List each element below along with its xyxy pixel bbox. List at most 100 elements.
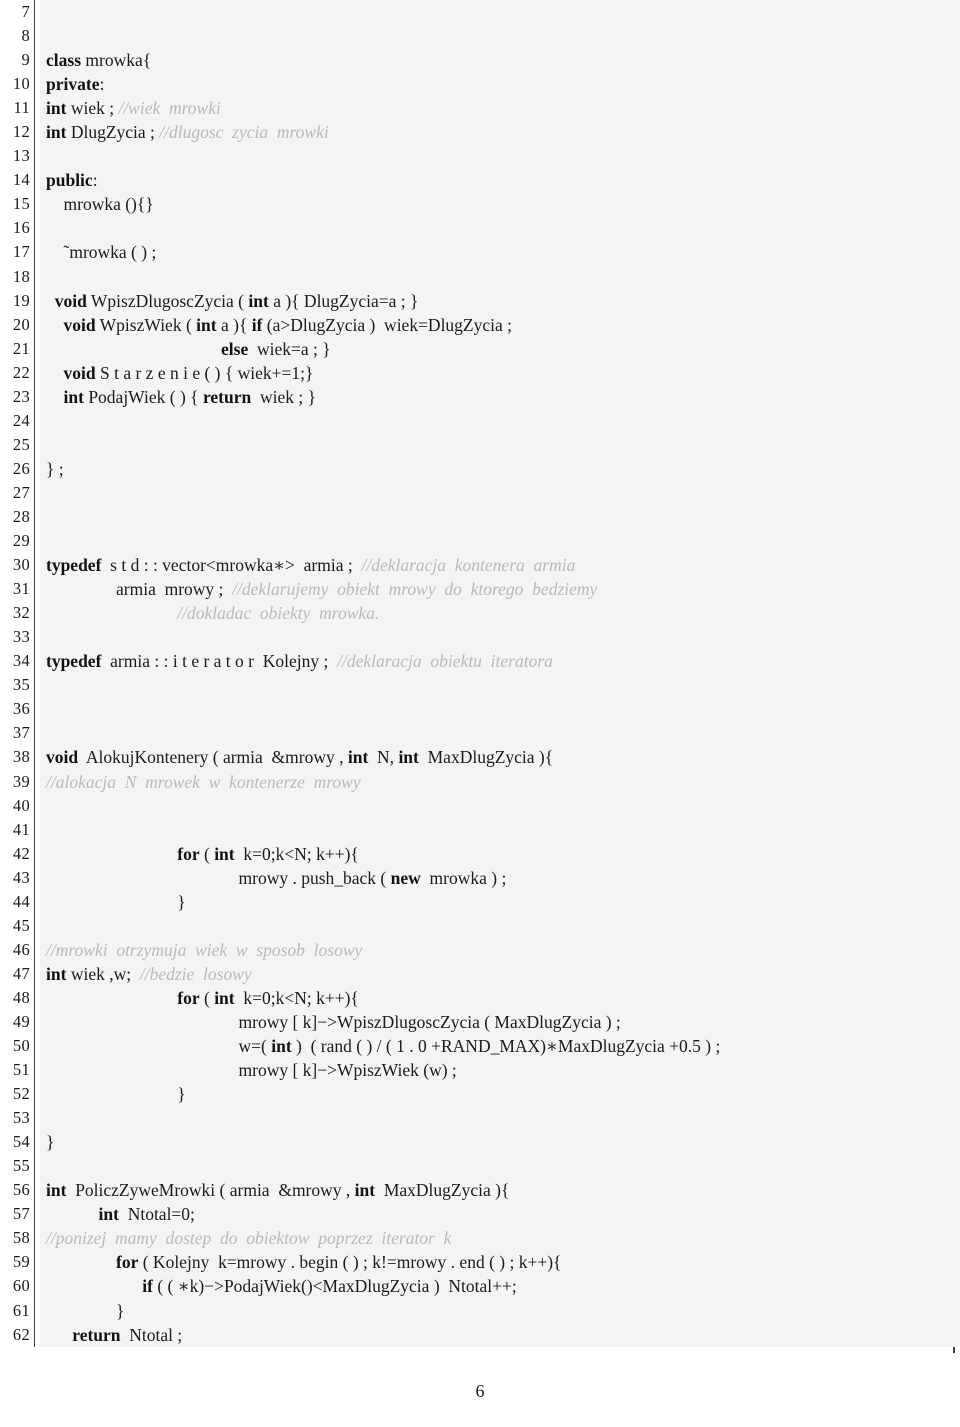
code-keyword: int [214, 843, 235, 864]
code-text [40, 529, 960, 554]
code-text [40, 913, 960, 938]
code-text [40, 480, 960, 505]
line-number: 52 [0, 1082, 30, 1107]
code-line: 21 else wiek=a ; } [0, 336, 960, 361]
code-text [40, 625, 960, 650]
code-keyword: for [177, 987, 200, 1008]
listing-left-rule [30, 360, 40, 385]
line-number: 50 [0, 1034, 30, 1059]
code-keyword: return [202, 386, 252, 407]
listing-left-rule [30, 1226, 40, 1251]
code-token: ( [199, 843, 215, 864]
code-line: 44 } [0, 889, 960, 914]
line-number: 51 [0, 1058, 30, 1083]
code-keyword: void [46, 747, 79, 768]
listing-left-rule [30, 96, 40, 121]
line-number: 38 [0, 745, 30, 770]
line-number: 22 [0, 360, 30, 385]
code-line: 8 [0, 24, 960, 49]
code-token: (a>DlugZycia ) wiek=DlugZycia ; [262, 314, 513, 335]
code-token: Ntotal ; [120, 1324, 183, 1345]
code-line: 17 ˜mrowka ( ) ; [0, 240, 960, 265]
code-line: 41 [0, 817, 960, 842]
code-line: 32 //dokladac obiekty mrowka. [0, 601, 960, 626]
listing-left-rule [30, 240, 40, 265]
code-text: for ( Kolejny k=mrowy . begin ( ) ; k!=m… [40, 1250, 960, 1275]
code-token: mrowy [ k]−>WpiszDlugoscZycia ( MaxDlugZ… [238, 1011, 621, 1032]
code-token: wiek ,w; [66, 963, 140, 984]
line-number: 15 [0, 192, 30, 217]
code-line: 60 if ( ( ∗k)−>PodajWiek()<MaxDlugZycia … [0, 1274, 960, 1299]
code-keyword: int [398, 747, 419, 768]
code-line: 25 [0, 432, 960, 457]
code-text: int Ntotal=0; [40, 1202, 960, 1227]
code-line: 49 mrowy [ k]−>WpiszDlugoscZycia ( MaxDl… [0, 1009, 960, 1035]
listing-left-rule [30, 865, 40, 890]
code-keyword: if [251, 314, 263, 335]
code-line: 46 //mrowki otrzymuja wiek w sposob losow… [0, 937, 960, 962]
code-token: armia : : i t e r a t o r Kolejny ; [101, 651, 338, 672]
code-line: 28 [0, 504, 960, 530]
code-text: armia mrowy ; //deklarujemy obiekt mrowy… [40, 577, 960, 602]
line-number: 26 [0, 456, 30, 481]
listing-left-rule [30, 961, 40, 986]
line-number: 17 [0, 240, 30, 265]
code-comment: //mrowki otrzymuja wiek w sposob losowy [46, 939, 363, 960]
code-token: k=0;k<N; k++){ [234, 843, 359, 864]
listing-left-rule [30, 601, 40, 626]
listing-left-rule [30, 841, 40, 866]
code-line: 57 int Ntotal=0; [0, 1202, 960, 1227]
listing-left-rule [30, 432, 40, 457]
line-number: 37 [0, 721, 30, 746]
listing-left-rule [30, 480, 40, 506]
code-text [40, 24, 960, 49]
code-token: w=( [238, 1036, 272, 1057]
code-line: 20 void WpiszWiek ( int a ){ if (a>DlugZ… [0, 312, 960, 337]
code-keyword: public [46, 170, 93, 191]
code-keyword: int [46, 1180, 67, 1201]
listing-left-rule [30, 312, 40, 337]
code-line: 53 [0, 1106, 960, 1131]
code-line: 59 for ( Kolejny k=mrowy . begin ( ) ; k… [0, 1250, 960, 1275]
code-token: } [177, 891, 186, 912]
code-token: s t d : : vector<mrowka∗> armia ; [101, 555, 362, 576]
code-token: wiek ; } [251, 386, 316, 407]
code-line: 45 [0, 913, 960, 938]
code-comment: //dlugosc zycia mrowki [159, 122, 329, 143]
code-line: 50 w=( int ) ( rand ( ) / ( 1 . 0 +RAND_… [0, 1034, 960, 1059]
listing-left-rule [30, 721, 40, 746]
line-number: 46 [0, 937, 30, 962]
code-line: 19 void WpiszDlugoscZycia ( int a ){ Dlu… [0, 288, 960, 313]
code-keyword: void [54, 290, 87, 311]
code-token: ˜mrowka ( ) ; [63, 242, 157, 263]
code-keyword: int [98, 1204, 119, 1225]
listing-left-rule [30, 937, 40, 962]
code-text: for ( int k=0;k<N; k++){ [40, 985, 960, 1010]
code-line: 13 [0, 144, 960, 169]
code-text: } ; [40, 456, 960, 481]
line-number: 20 [0, 312, 30, 337]
line-number: 11 [0, 96, 30, 121]
code-line: 24 [0, 408, 960, 433]
code-line: 39 //alokacja N mrowek w kontenerze mrowy [0, 769, 960, 794]
code-text: class mrowka{ [40, 48, 960, 73]
code-line: 22 void S t a r z e n i e ( ) { wiek+=1;… [0, 360, 960, 385]
code-text [40, 673, 960, 698]
code-text: private: [40, 72, 960, 97]
listing-left-rule [30, 1058, 40, 1083]
code-comment: //bedzie losowy [139, 963, 252, 984]
code-token: k=0;k<N; k++){ [234, 987, 359, 1008]
code-text: int DlugZycia ; //dlugosc zycia mrowki [40, 120, 960, 145]
code-keyword: return [72, 1324, 121, 1345]
listing-left-rule [30, 625, 40, 650]
document-page: 7 8 9 class mrowka{10 private: 11 int wiek ; /… [0, 0, 960, 1427]
code-comment: //wiek mrowki [118, 98, 221, 119]
code-text: //mrowki otrzymuja wiek w sposob losowy [40, 937, 960, 962]
line-number: 61 [0, 1298, 30, 1323]
